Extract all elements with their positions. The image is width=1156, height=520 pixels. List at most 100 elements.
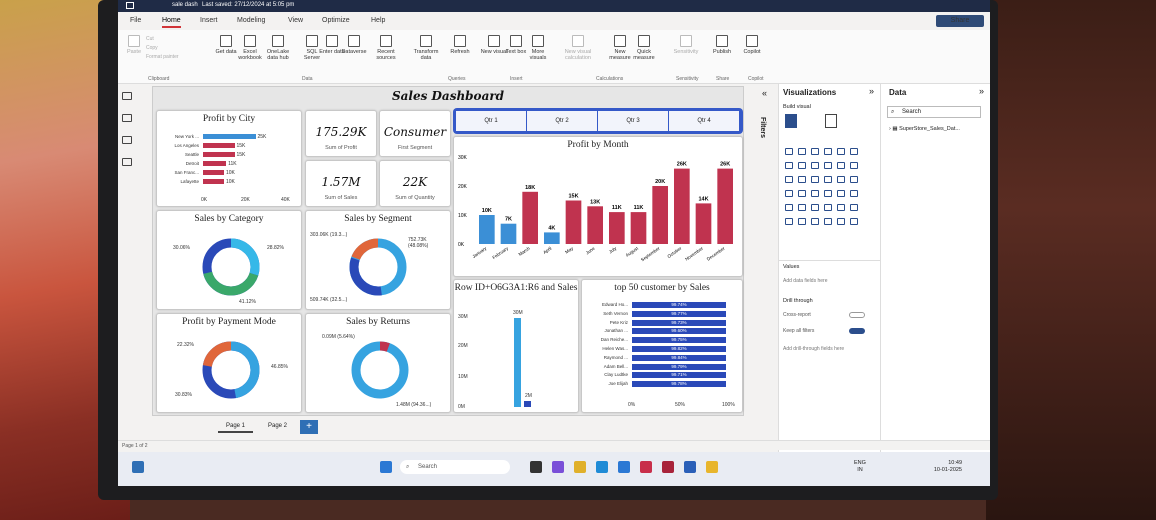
waterfall-icon[interactable] [850, 162, 858, 169]
menu-insert[interactable]: Insert [200, 17, 218, 24]
expand-data-icon[interactable]: » [979, 86, 984, 96]
menu-optimize[interactable]: Optimize [322, 17, 350, 24]
language-indicator[interactable]: ENG IN [854, 460, 866, 474]
powerbi-icon[interactable] [706, 461, 718, 473]
file-explorer-icon[interactable] [574, 461, 586, 473]
menu-home[interactable]: Home [162, 17, 181, 28]
stacked-bar-icon[interactable] [785, 148, 793, 155]
menu-file[interactable]: File [130, 17, 141, 24]
stacked-column-icon[interactable] [798, 148, 806, 155]
r-visual-icon[interactable] [837, 204, 845, 211]
share-button[interactable]: Share [936, 15, 984, 27]
paginated-icon[interactable] [837, 218, 845, 225]
report-view-icon[interactable] [122, 92, 132, 100]
table-item[interactable]: › ▦ SuperStore_Sales_Dat... [889, 126, 960, 132]
add-drill-field[interactable]: Add drill-through fields here [783, 346, 844, 352]
profit-by-payment-card[interactable]: Profit by Payment Mode 22.32% 46.85% 30.… [156, 313, 302, 413]
format-painter-button[interactable]: Format painter [146, 53, 179, 62]
line-column-icon[interactable] [824, 162, 832, 169]
ribbon-button-copilot[interactable]: Copilot [738, 35, 766, 55]
dax-query-icon[interactable] [122, 158, 132, 166]
edge-icon[interactable] [596, 461, 608, 473]
menu-help[interactable]: Help [371, 17, 385, 24]
add-data-field[interactable]: Add data fields here [783, 278, 827, 284]
filled-map-icon[interactable] [785, 190, 793, 197]
gauge-icon[interactable] [824, 190, 832, 197]
save-status[interactable]: Last saved: 27/12/2024 at 5:05 pm [202, 2, 294, 8]
ribbon-icon[interactable] [837, 162, 845, 169]
copilot-icon[interactable] [552, 461, 564, 473]
add-page-button[interactable]: + [300, 420, 318, 434]
top50-customers-card[interactable]: top 50 customer by Sales Edward Ho... 99.… [581, 279, 743, 413]
qa-icon[interactable] [811, 218, 819, 225]
area-icon[interactable] [798, 162, 806, 169]
profit-by-month-card[interactable]: Profit by Month 30K 20K 10K 0K 10K January 7K F… [453, 136, 743, 277]
task-view-icon[interactable] [530, 461, 542, 473]
kpi-segment[interactable]: Consumer First Segment [379, 110, 451, 157]
data-search-input[interactable]: ⌕ Search [887, 106, 981, 118]
kpi-quantity[interactable]: 22K Sum of Quantity [379, 160, 451, 207]
azure-map-icon[interactable] [798, 190, 806, 197]
decomposition-icon[interactable] [798, 218, 806, 225]
model-view-icon[interactable] [122, 136, 132, 144]
python-icon[interactable] [850, 204, 858, 211]
map-icon[interactable] [850, 176, 858, 183]
row-id-sales-card[interactable]: Row ID+O6G3A1:R6 and Sales 30M 20M 10M 0… [453, 279, 579, 413]
slicer-qtr-1[interactable]: Qtr 1 [456, 111, 527, 131]
ribbon-button-new-visual-calculation[interactable]: New visual calculation [564, 35, 592, 61]
slicer-icon[interactable] [798, 204, 806, 211]
menu-modeling[interactable]: Modeling [237, 17, 265, 24]
table-view-icon[interactable] [122, 114, 132, 122]
ribbon-button-paste[interactable]: Paste [120, 35, 148, 55]
ribbon-button-refresh[interactable]: Refresh [446, 35, 474, 55]
taskbar-search[interactable]: ⌕ Search [400, 460, 510, 474]
slicer-qtr-4[interactable]: Qtr 4 [669, 111, 740, 131]
filters-pane[interactable]: « Filters [758, 84, 778, 460]
dropbox-icon[interactable] [684, 461, 696, 473]
profit-by-city-card[interactable]: Profit by City New York ... 25K Los Angele… [156, 110, 302, 207]
multi-row-card-icon[interactable] [850, 190, 858, 197]
ribbon-button-onelake-data-hub[interactable]: OneLake data hub [264, 35, 292, 61]
pie-icon[interactable] [811, 176, 819, 183]
ribbon-button-dataverse[interactable]: Dataverse [340, 35, 368, 55]
copy-button[interactable]: Copy [146, 44, 179, 53]
cut-button[interactable]: Cut [146, 35, 179, 44]
tab-page-1[interactable]: Page 1 [218, 421, 254, 433]
100-column-icon[interactable] [850, 148, 858, 155]
menu-view[interactable]: View [288, 17, 303, 24]
sales-by-category-card[interactable]: Sales by Category 30.06% 28.82% 41.12% [156, 210, 302, 310]
100-bar-icon[interactable] [837, 148, 845, 155]
ribbon-button-publish[interactable]: Publish [708, 35, 736, 55]
build-visual-icon[interactable] [785, 114, 797, 128]
kpi-sales[interactable]: 1.57M Sum of Sales [305, 160, 377, 207]
key-influencers-icon[interactable] [785, 218, 793, 225]
slicer-qtr-3[interactable]: Qtr 3 [598, 111, 669, 131]
ribbon-button-quick-measure[interactable]: Quick measure [630, 35, 658, 61]
store-icon[interactable] [618, 461, 630, 473]
funnel-icon[interactable] [785, 176, 793, 183]
ribbon-button-excel-workbook[interactable]: Excel workbook [236, 35, 264, 61]
clustered-column-icon[interactable] [824, 148, 832, 155]
ribbon-button-transform-data[interactable]: Transform data [412, 35, 440, 61]
matrix-icon[interactable] [824, 204, 832, 211]
kpi-icon[interactable] [785, 204, 793, 211]
sales-by-segment-card[interactable]: Sales by Segment 303.06K (19.3...) 752.7… [305, 210, 451, 310]
format-visual-icon[interactable] [825, 114, 837, 128]
smart-narrative-icon[interactable] [824, 218, 832, 225]
sales-by-returns-card[interactable]: Sales by Returns 0.09M (5.64%) 1.48M (94… [305, 313, 451, 413]
tab-page-2[interactable]: Page 2 [260, 423, 295, 429]
treemap-icon[interactable] [837, 176, 845, 183]
stacked-area-icon[interactable] [811, 162, 819, 169]
donut-icon[interactable] [824, 176, 832, 183]
ribbon-button-sensitivity[interactable]: Sensitivity [672, 35, 700, 55]
office-icon[interactable] [640, 461, 652, 473]
slicer-qtr-2[interactable]: Qtr 2 [527, 111, 598, 131]
mcafee-icon[interactable] [662, 461, 674, 473]
expand-icon[interactable]: » [869, 86, 874, 96]
card-icon[interactable] [837, 190, 845, 197]
more-icon[interactable] [850, 218, 858, 225]
start-icon[interactable] [380, 461, 392, 473]
ribbon-button-recent-sources[interactable]: Recent sources [372, 35, 400, 61]
widgets-icon[interactable] [132, 461, 144, 473]
clustered-bar-icon[interactable] [811, 148, 819, 155]
